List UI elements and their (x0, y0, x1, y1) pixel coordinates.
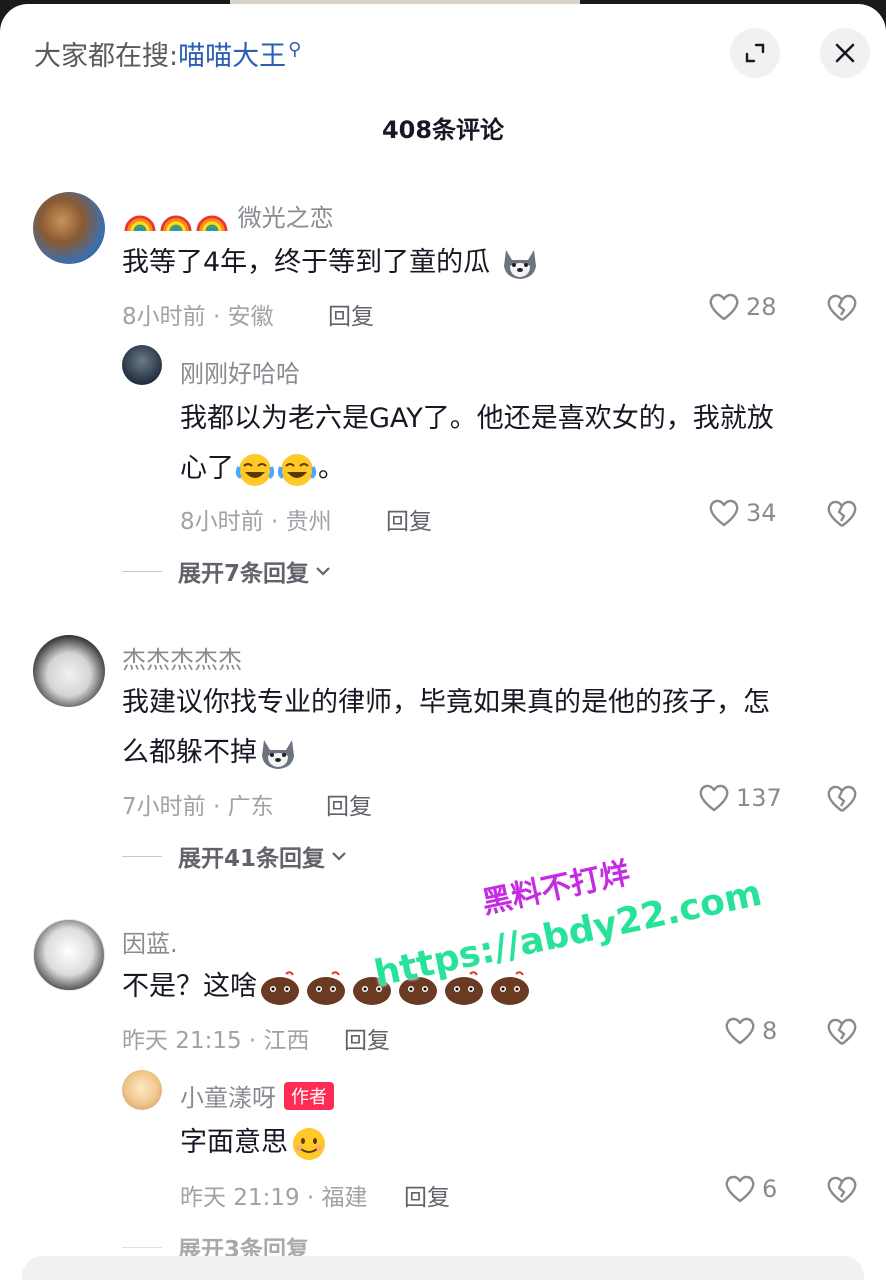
like-count: 28 (746, 293, 777, 321)
close-icon (835, 43, 855, 63)
dislike-button[interactable] (826, 293, 858, 327)
comment-username[interactable]: 杰杰杰杰杰 (122, 640, 242, 675)
chevron-down-icon (316, 567, 330, 576)
husky-emoji (503, 249, 536, 279)
expand-replies-button[interactable]: 展开7条回复 (122, 554, 333, 588)
heart-icon (709, 293, 739, 321)
dislike-button[interactable] (826, 499, 858, 533)
laugh-cry-emoji (234, 453, 318, 486)
comments-header: 大家都在搜:喵喵大王 ⚲ (0, 4, 886, 104)
expand-replies-button[interactable]: 展开41条回复 (122, 839, 349, 873)
avatar[interactable] (33, 635, 105, 707)
brown-face-emoji (257, 970, 533, 1005)
heart-icon (709, 499, 739, 527)
expand-button[interactable] (730, 28, 780, 78)
divider (122, 855, 162, 857)
dislike-button[interactable] (826, 1017, 858, 1051)
broken-heart-icon (827, 785, 857, 812)
comment-username[interactable]: 因蓝. (122, 924, 178, 959)
reply-time-location: 8小时前 · 贵州 (180, 509, 332, 535)
like-button[interactable]: 28 (708, 292, 777, 322)
reply-username[interactable]: 小童漾呀 作者 (180, 1078, 334, 1113)
comment-input-bar[interactable] (22, 1256, 864, 1280)
search-suggestion[interactable]: 大家都在搜:喵喵大王 ⚲ (34, 34, 301, 73)
like-count: 8 (762, 1017, 778, 1045)
comment-time-location: 昨天 21:15 · 江西 (122, 1028, 310, 1054)
search-keyword[interactable]: 喵喵大王 (178, 41, 286, 72)
comment-text: 我等了4年，终于等到了童的瓜 (122, 238, 541, 288)
rainbow-emoji (122, 204, 238, 232)
reply-button[interactable]: 回复 (344, 1021, 390, 1055)
reply-time-location: 昨天 21:19 · 福建 (180, 1185, 368, 1211)
dislike-button[interactable] (826, 784, 858, 818)
like-count: 6 (762, 1175, 778, 1203)
comments-panel: 大家都在搜:喵喵大王 ⚲ 408条评论 微光之恋 我等了4年，终于等到了童的瓜 8… (0, 4, 886, 1280)
like-count: 34 (746, 499, 777, 527)
search-prefix: 大家都在搜: (34, 41, 179, 72)
expand-icon (745, 43, 765, 63)
like-button[interactable]: 137 (698, 783, 782, 813)
smile-emoji (293, 1127, 325, 1160)
divider (122, 1246, 162, 1248)
reply-button[interactable]: 回复 (404, 1178, 450, 1212)
comment-text: 我建议你找专业的律师，毕竟如果真的是他的孩子，怎 么都躲不掉 (122, 678, 862, 778)
close-button[interactable] (820, 28, 870, 78)
comment-time-location: 7小时前 · 广东 (122, 794, 274, 820)
like-button[interactable]: 6 (724, 1174, 777, 1204)
reply-button[interactable]: 回复 (328, 297, 374, 331)
heart-icon (699, 784, 729, 812)
comment-text: 不是？这啥 (122, 962, 533, 1012)
divider (122, 570, 162, 572)
dislike-button[interactable] (826, 1175, 858, 1209)
reply-username[interactable]: 刚刚好哈哈 (180, 354, 300, 389)
avatar[interactable] (122, 1070, 162, 1110)
broken-heart-icon (827, 1018, 857, 1045)
like-count: 137 (736, 784, 782, 812)
comment-time-location: 8小时前 · 安徽 (122, 304, 274, 330)
comment-username[interactable]: 微光之恋 (122, 198, 334, 233)
comment-count-title: 408条评论 (381, 116, 505, 144)
broken-heart-icon (827, 1176, 857, 1203)
broken-heart-icon (827, 294, 857, 321)
reply-text: 我都以为老六是GAY了。他还是喜欢女的，我就放 心了。 (180, 403, 774, 486)
avatar[interactable] (33, 192, 105, 264)
like-button[interactable]: 34 (708, 498, 777, 528)
heart-icon (725, 1017, 755, 1045)
author-tag: 作者 (284, 1082, 334, 1110)
reply-text: 字面意思 (180, 1118, 330, 1168)
reply-button[interactable]: 回复 (386, 502, 432, 536)
search-icon: ⚲ (288, 39, 302, 60)
like-button[interactable]: 8 (724, 1016, 777, 1046)
avatar[interactable] (33, 919, 105, 991)
broken-heart-icon (827, 500, 857, 527)
reply-button[interactable]: 回复 (326, 787, 372, 821)
avatar[interactable] (122, 345, 162, 385)
heart-icon (725, 1175, 755, 1203)
husky-emoji (262, 739, 294, 769)
chevron-down-icon (332, 852, 346, 861)
